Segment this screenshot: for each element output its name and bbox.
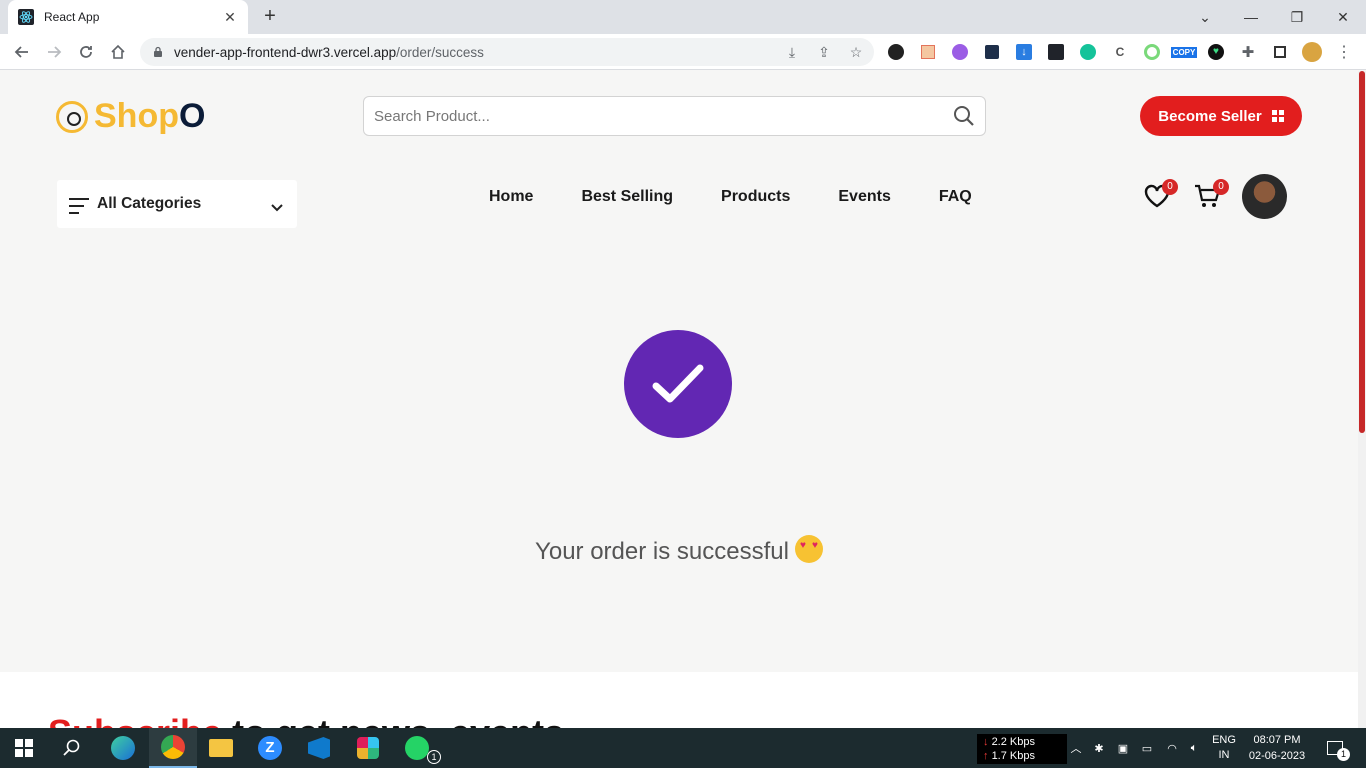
nav-best-selling[interactable]: Best Selling xyxy=(581,185,673,209)
close-window-button[interactable]: ✕ xyxy=(1320,0,1366,34)
wifi-icon[interactable]: ◠ xyxy=(1162,728,1182,768)
search-box xyxy=(363,96,986,136)
extension-heart-icon[interactable]: ♥ xyxy=(1204,42,1228,62)
minimize-button[interactable]: — xyxy=(1228,0,1274,34)
language-indicator[interactable]: ENG IN xyxy=(1208,728,1240,768)
back-icon[interactable] xyxy=(10,40,34,64)
restore-button[interactable]: ❐ xyxy=(1274,0,1320,34)
zoom-icon[interactable]: Z xyxy=(246,728,294,768)
success-check-icon xyxy=(624,330,732,438)
extension-1-icon[interactable] xyxy=(884,42,908,62)
tab-title: React App xyxy=(44,10,100,24)
browser-tab[interactable]: React App ✕ xyxy=(8,0,248,34)
forward-icon[interactable] xyxy=(42,40,66,64)
clock[interactable]: 08:07 PM 02-06-2023 xyxy=(1242,732,1312,764)
wishlist-count-badge: 0 xyxy=(1162,179,1178,195)
home-icon[interactable] xyxy=(106,40,130,64)
nav-home[interactable]: Home xyxy=(489,185,533,209)
bluetooth-icon[interactable]: ✱ xyxy=(1090,728,1108,768)
scroll-thumb[interactable] xyxy=(1359,71,1365,433)
extension-3-icon[interactable] xyxy=(948,42,972,62)
shopo-logo[interactable]: ShopO xyxy=(56,97,205,136)
extension-c-icon[interactable]: C xyxy=(1108,42,1132,62)
chevron-down-icon xyxy=(271,204,283,212)
copy-extension-icon[interactable]: COPY xyxy=(1170,42,1198,62)
slack-icon[interactable] xyxy=(344,728,392,768)
notifications-icon[interactable]: 1 xyxy=(1320,728,1350,768)
extension-download-icon[interactable]: ↓ xyxy=(1012,42,1036,62)
edge-icon[interactable] xyxy=(99,728,147,768)
meet-now-icon[interactable]: ▣ xyxy=(1114,728,1132,768)
new-tab-button[interactable]: + xyxy=(258,4,282,28)
share-icon[interactable]: ⇪ xyxy=(814,42,834,62)
browser-tab-strip: React App ✕ + ⌄ — ❐ ✕ xyxy=(0,0,1366,34)
react-devtools-icon[interactable] xyxy=(1044,42,1068,62)
subscribe-section: Subscribe to get news, events xyxy=(0,672,1358,728)
heart-eyes-emoji-icon xyxy=(794,535,823,563)
vscode-icon[interactable] xyxy=(295,728,343,768)
chrome-menu-icon[interactable]: ⋮ xyxy=(1332,42,1356,62)
nav-products[interactable]: Products xyxy=(721,185,790,209)
wishlist-button[interactable]: 0 xyxy=(1142,179,1178,211)
network-speed-widget: ↓ 2.2 Kbps ↑ 1.7 Kbps xyxy=(977,734,1067,764)
success-message: Your order is successful xyxy=(0,535,1358,566)
extension-ring-icon[interactable] xyxy=(1140,42,1164,62)
show-hidden-icons-icon[interactable]: ︿ xyxy=(1066,728,1086,768)
browser-toolbar: vender-app-frontend-dwr3.vercel.app/orde… xyxy=(0,34,1366,70)
extension-2-icon[interactable] xyxy=(916,42,940,62)
whatsapp-badge: 1 xyxy=(427,750,441,764)
url-text: vender-app-frontend-dwr3.vercel.app/orde… xyxy=(174,44,484,60)
web-page: ShopO Become Seller All Categories Home … xyxy=(0,71,1358,728)
install-app-icon[interactable]: ⤓ xyxy=(782,42,802,62)
lock-icon xyxy=(154,46,162,57)
taskbar-search-icon[interactable] xyxy=(48,728,96,768)
windows-start-icon[interactable] xyxy=(0,728,48,768)
cart-button[interactable]: 0 xyxy=(1193,179,1229,211)
react-icon xyxy=(18,9,34,25)
battery-icon[interactable]: ▭ xyxy=(1138,728,1156,768)
tab-search-icon[interactable]: ⌄ xyxy=(1182,0,1228,34)
grammarly-icon[interactable] xyxy=(1076,42,1100,62)
dashboard-icon xyxy=(1271,110,1284,122)
whatsapp-icon[interactable]: 1 xyxy=(393,728,441,768)
extensions-row: ↓ C COPY ♥ ✚ ⋮ xyxy=(884,42,1356,62)
tab-close-icon[interactable]: ✕ xyxy=(222,9,238,26)
file-explorer-icon[interactable] xyxy=(197,728,245,768)
extension-4-icon[interactable] xyxy=(980,42,1004,62)
subscribe-heading: Subscribe to get news, events xyxy=(48,712,564,728)
profile-avatar-icon[interactable] xyxy=(1300,42,1324,62)
main-navigation: Home Best Selling Products Events FAQ xyxy=(489,185,1020,209)
nav-faq[interactable]: FAQ xyxy=(939,185,972,209)
windows-taskbar: Z 1 ↓ 2.2 Kbps ↑ 1.7 Kbps ︿ ✱ ▣ ▭ ◠ 🔈︎ E… xyxy=(0,728,1366,768)
user-avatar[interactable] xyxy=(1242,174,1287,219)
search-input[interactable] xyxy=(374,107,953,125)
menu-lines-icon xyxy=(69,198,89,214)
side-panel-icon[interactable] xyxy=(1268,42,1292,62)
page-scrollbar[interactable] xyxy=(1358,71,1366,728)
cart-count-badge: 0 xyxy=(1213,179,1229,195)
extensions-puzzle-icon[interactable]: ✚ xyxy=(1236,42,1260,62)
notification-badge: 1 xyxy=(1337,748,1350,761)
nav-events[interactable]: Events xyxy=(838,185,890,209)
volume-icon[interactable]: 🔈︎ xyxy=(1184,728,1204,768)
all-categories-dropdown[interactable]: All Categories xyxy=(57,180,297,228)
bookmark-star-icon[interactable]: ☆ xyxy=(846,42,866,62)
become-seller-button[interactable]: Become Seller xyxy=(1140,96,1302,136)
chrome-taskbar-icon[interactable] xyxy=(149,728,197,768)
address-bar[interactable]: vender-app-frontend-dwr3.vercel.app/orde… xyxy=(140,38,874,66)
search-icon[interactable] xyxy=(953,105,975,127)
logo-target-icon xyxy=(56,100,88,133)
reload-icon[interactable] xyxy=(74,40,98,64)
